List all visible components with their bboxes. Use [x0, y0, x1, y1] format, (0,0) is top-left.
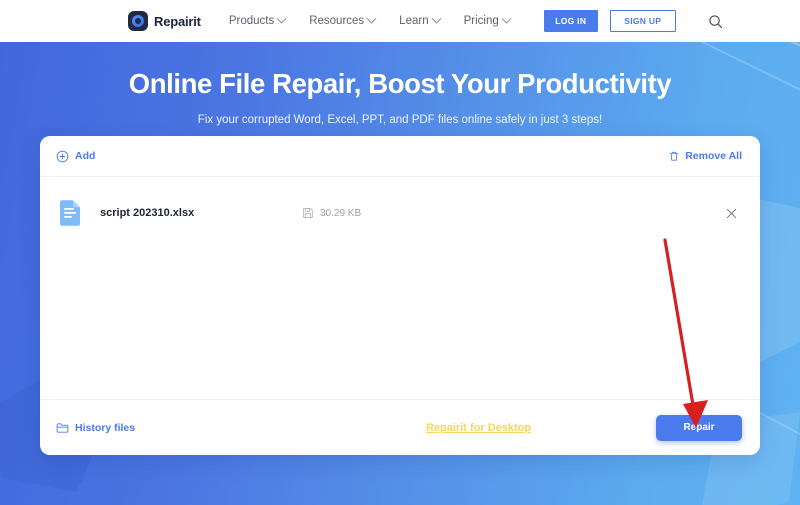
repairit-logo-icon: [128, 11, 148, 31]
nav-item-pricing-label: Pricing: [463, 15, 499, 27]
top-navigation-bar: Repairit Products Resources Learn Pricin…: [0, 0, 800, 42]
nav-item-resources-label: Resources: [309, 15, 365, 27]
remove-all-button[interactable]: Remove All: [668, 150, 742, 163]
repairit-desktop-link[interactable]: Repairit for Desktop: [426, 422, 531, 434]
brand-name: Repairit: [154, 13, 201, 29]
card-toolbar: Add Remove All: [40, 136, 760, 177]
nav-item-pricing[interactable]: Pricing: [452, 13, 522, 27]
document-file-icon: [58, 199, 82, 227]
nav-item-learn-label: Learn: [399, 15, 429, 27]
remove-all-label: Remove All: [685, 150, 742, 162]
chevron-down-icon: [366, 13, 377, 24]
hero-subtitle: Fix your corrupted Word, Excel, PPT, and…: [197, 114, 603, 126]
chevron-down-icon: [276, 13, 287, 24]
close-icon[interactable]: [721, 203, 742, 224]
nav-item-products-label: Products: [228, 15, 275, 27]
file-name: script 202310.xlsx: [100, 207, 195, 219]
page-title: Online File Repair, Boost Your Productiv…: [128, 68, 672, 99]
file-size: 30.29 KB: [320, 207, 362, 219]
file-upload-card: Add Remove All script 202310.xlsx 30.29 …: [40, 136, 760, 455]
chevron-down-icon: [431, 13, 442, 24]
trash-icon: [670, 151, 679, 161]
search-icon[interactable]: [708, 14, 723, 29]
nav-item-resources[interactable]: Resources: [297, 13, 387, 27]
file-list: script 202310.xlsx 30.29 KB: [40, 177, 760, 399]
nav-item-products[interactable]: Products: [217, 13, 297, 27]
bottom-note: Prefer to repair files locally? Try Repa…: [0, 422, 800, 434]
chevron-down-icon: [501, 13, 512, 24]
signup-button[interactable]: SIGN UP: [609, 10, 676, 32]
add-file-label: Add: [75, 150, 96, 162]
login-button[interactable]: LOG IN: [543, 10, 598, 32]
save-disk-icon: [303, 208, 313, 218]
file-size-group: 30.29 KB: [302, 207, 361, 219]
page-root: Repairit Products Resources Learn Pricin…: [0, 0, 800, 505]
nav-inner: Repairit Products Resources Learn Pricin…: [128, 10, 723, 32]
nav-links: Products Resources Learn Pricing: [217, 13, 522, 27]
bottom-note-text: Prefer to repair files locally? Try: [268, 422, 426, 434]
plus-circle-icon: [56, 150, 69, 162]
nav-actions: LOG IN SIGN UP: [543, 10, 723, 32]
brand-logo[interactable]: Repairit: [128, 11, 201, 31]
nav-item-learn[interactable]: Learn: [387, 13, 451, 27]
file-list-item[interactable]: script 202310.xlsx 30.29 KB: [40, 192, 760, 234]
add-file-button[interactable]: Add: [56, 150, 95, 163]
